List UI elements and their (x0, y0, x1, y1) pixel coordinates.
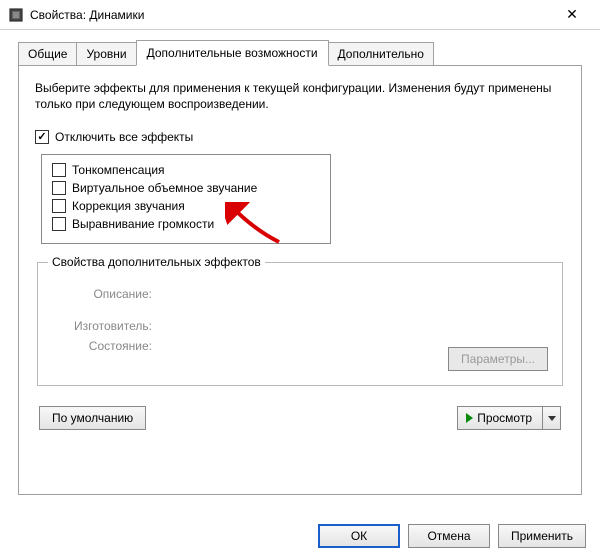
effect-label: Тонкомпенсация (72, 163, 165, 177)
effect-row-room-correction[interactable]: Коррекция звучания (52, 199, 320, 213)
preview-dropdown-button[interactable] (543, 406, 561, 430)
ok-button[interactable]: ОК (318, 524, 400, 548)
preview-split-button: Просмотр (457, 406, 561, 430)
effect-label: Коррекция звучания (72, 199, 185, 213)
disable-all-effects-label: Отключить все эффекты (55, 130, 193, 144)
defaults-button[interactable]: По умолчанию (39, 406, 146, 430)
prop-description-row: Описание: (52, 287, 548, 301)
speaker-icon (8, 7, 24, 23)
disable-all-effects-row[interactable]: Отключить все эффекты (35, 130, 565, 144)
effect-label: Виртуальное объемное звучание (72, 181, 257, 195)
chevron-down-icon (548, 416, 556, 421)
apply-button[interactable]: Применить (498, 524, 586, 548)
effects-list: Тонкомпенсация Виртуальное объемное звуч… (41, 154, 331, 244)
effect-row-virtual-surround[interactable]: Виртуальное объемное звучание (52, 181, 320, 195)
prop-description-label: Описание: (52, 287, 152, 301)
cancel-button[interactable]: Отмена (408, 524, 490, 548)
preview-label: Просмотр (477, 411, 532, 425)
effect-checkbox[interactable] (52, 217, 66, 231)
dialog-footer: ОК Отмена Применить (318, 524, 586, 548)
tab-enhancements[interactable]: Дополнительные возможности (136, 40, 329, 66)
tab-panel-enhancements: Выберите эффекты для применения к текуще… (18, 65, 582, 495)
prop-state-label: Состояние: (52, 339, 152, 353)
parameters-button[interactable]: Параметры... (448, 347, 548, 371)
titlebar: Свойства: Динамики ✕ (0, 0, 600, 30)
effect-properties-legend: Свойства дополнительных эффектов (48, 255, 265, 269)
close-button[interactable]: ✕ (552, 1, 592, 29)
effect-label: Выравнивание громкости (72, 217, 214, 231)
effect-row-loudness[interactable]: Тонкомпенсация (52, 163, 320, 177)
prop-vendor-label: Изготовитель: (52, 319, 152, 333)
preview-button[interactable]: Просмотр (457, 406, 543, 430)
panel-description: Выберите эффекты для применения к текуще… (35, 80, 565, 112)
prop-vendor-row: Изготовитель: (52, 319, 548, 333)
effect-checkbox[interactable] (52, 163, 66, 177)
panel-bottom-row: По умолчанию Просмотр (35, 406, 565, 430)
dialog-window: Свойства: Динамики ✕ Общие Уровни Дополн… (0, 0, 600, 558)
window-title: Свойства: Динамики (30, 8, 552, 22)
effect-row-loudness-eq[interactable]: Выравнивание громкости (52, 217, 320, 231)
effect-checkbox[interactable] (52, 199, 66, 213)
content-area: Общие Уровни Дополнительные возможности … (0, 30, 600, 495)
effect-properties-group: Свойства дополнительных эффектов Описани… (37, 262, 563, 386)
disable-all-effects-checkbox[interactable] (35, 130, 49, 144)
effect-checkbox[interactable] (52, 181, 66, 195)
play-icon (466, 413, 473, 423)
tab-bar: Общие Уровни Дополнительные возможности … (18, 40, 582, 66)
